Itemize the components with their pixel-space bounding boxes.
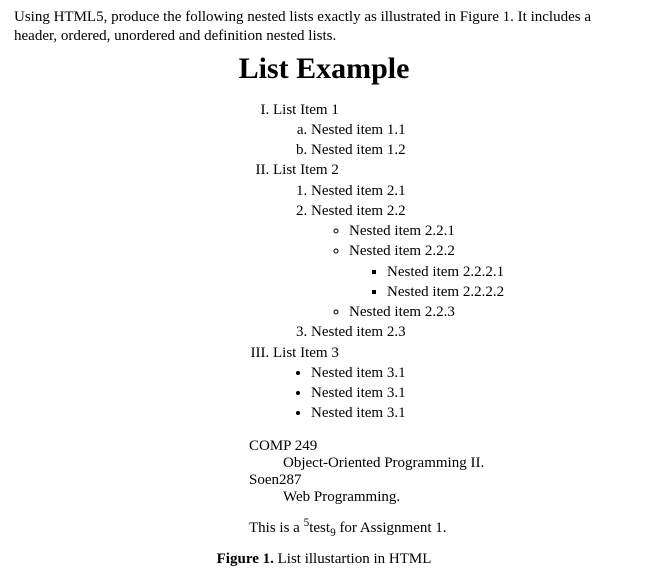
list-item: List Item 1 Nested item 1.1 Nested item …	[273, 100, 634, 161]
list-item: List Item 2 Nested item 2.1 Nested item …	[273, 160, 634, 342]
list-item: Nested item 2.2.2.1	[387, 262, 634, 282]
list-item: Nested item 2.3	[311, 322, 634, 342]
list-item: Nested item 1.1	[311, 120, 634, 140]
list-item: Nested item 2.2.3	[349, 302, 634, 322]
list-item: Nested item 3.1	[311, 403, 634, 423]
definition-list: COMP 249 Object-Oriented Programming II.…	[249, 438, 634, 506]
page-title: List Example	[14, 52, 634, 86]
list-item-label: List Item 3	[273, 345, 339, 361]
list-item-label: Nested item 2.2	[311, 203, 406, 219]
list-content: List Item 1 Nested item 1.1 Nested item …	[249, 100, 634, 537]
nested-list: Nested item 2.2.1 Nested item 2.2.2 Nest…	[311, 221, 634, 322]
figure-caption: Figure 1. List illustartion in HTML	[14, 551, 634, 568]
list-item: List Item 3 Nested item 3.1 Nested item …	[273, 343, 634, 424]
figure-text: List illustartion in HTML	[274, 551, 432, 567]
def-desc: Web Programming.	[283, 489, 634, 506]
list-item: Nested item 3.1	[311, 363, 634, 383]
list-item: Nested item 2.2.1	[349, 221, 634, 241]
list-item-label: List Item 1	[273, 102, 339, 118]
list-item: Nested item 2.1	[311, 181, 634, 201]
list-item: Nested item 2.2.2 Nested item 2.2.2.1 Ne…	[349, 241, 634, 302]
def-term: Soen287	[249, 472, 634, 489]
instructions-text: Using HTML5, produce the following neste…	[14, 8, 634, 46]
text-fragment: for Assignment 1.	[336, 520, 447, 536]
outer-list: List Item 1 Nested item 1.1 Nested item …	[249, 100, 634, 424]
text-fragment: This is a	[249, 520, 304, 536]
list-item: Nested item 2.2.2.2	[387, 282, 634, 302]
list-item: Nested item 2.2 Nested item 2.2.1 Nested…	[311, 201, 634, 323]
nested-list: Nested item 3.1 Nested item 3.1 Nested i…	[273, 363, 634, 424]
text-fragment: test	[309, 520, 330, 536]
def-desc: Object-Oriented Programming II.	[283, 455, 634, 472]
nested-list: Nested item 2.1 Nested item 2.2 Nested i…	[273, 181, 634, 343]
nested-list: Nested item 1.1 Nested item 1.2	[273, 120, 634, 161]
list-item: Nested item 1.2	[311, 140, 634, 160]
def-term: COMP 249	[249, 438, 634, 455]
sup-sub-line: This is a 5test9 for Assignment 1.	[249, 520, 634, 537]
list-item-label: Nested item 2.2.2	[349, 243, 455, 259]
list-item-label: List Item 2	[273, 162, 339, 178]
figure-label: Figure 1.	[217, 551, 274, 567]
list-item: Nested item 3.1	[311, 383, 634, 403]
nested-list: Nested item 2.2.2.1 Nested item 2.2.2.2	[349, 262, 634, 303]
